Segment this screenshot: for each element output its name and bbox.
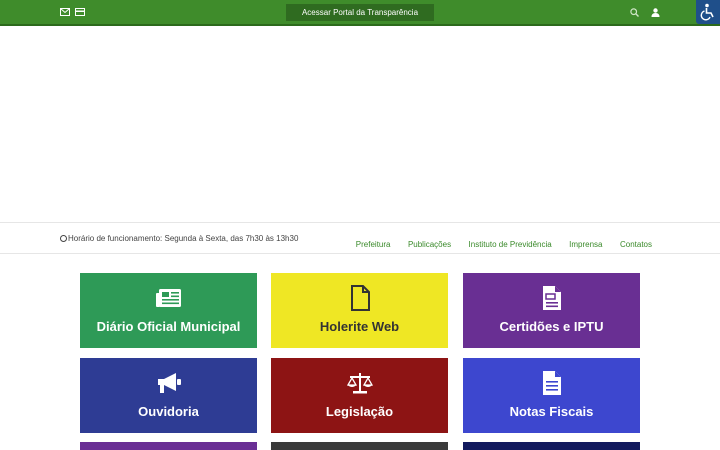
scales-icon bbox=[271, 370, 448, 396]
document-icon bbox=[463, 285, 640, 311]
main-nav: Prefeitura Publicações Instituto de Prev… bbox=[343, 234, 652, 252]
tile-partial-2[interactable] bbox=[271, 442, 448, 450]
nav-contatos[interactable]: Contatos bbox=[620, 240, 652, 249]
tile-label: Certidões e IPTU bbox=[499, 319, 604, 334]
search-icon[interactable] bbox=[630, 8, 639, 20]
tile-label: Holerite Web bbox=[319, 319, 400, 334]
clock-icon bbox=[60, 235, 67, 242]
nav-publicacoes[interactable]: Publicações bbox=[408, 240, 451, 249]
tile-label: Diário Oficial Municipal bbox=[96, 319, 241, 334]
tile-notas-fiscais[interactable]: Notas Fiscais bbox=[463, 358, 640, 433]
hero-banner bbox=[0, 28, 720, 222]
business-hours-text: Horário de funcionamento: Segunda à Sext… bbox=[68, 234, 299, 243]
file-icon bbox=[271, 285, 448, 311]
tile-partial-1[interactable] bbox=[80, 442, 257, 450]
info-bar: Horário de funcionamento: Segunda à Sext… bbox=[0, 222, 720, 254]
transparency-portal-button[interactable]: Acessar Portal da Transparência bbox=[286, 4, 434, 21]
invoice-icon bbox=[463, 370, 640, 396]
tile-legislacao[interactable]: Legislação bbox=[271, 358, 448, 433]
user-icon[interactable] bbox=[651, 8, 660, 20]
tile-certidoes-iptu[interactable]: Certidões e IPTU bbox=[463, 273, 640, 348]
card-icon[interactable] bbox=[75, 8, 85, 19]
newspaper-icon bbox=[80, 285, 257, 311]
nav-imprensa[interactable]: Imprensa bbox=[569, 240, 602, 249]
megaphone-icon bbox=[80, 370, 257, 396]
nav-instituto-previdencia[interactable]: Instituto de Previdência bbox=[469, 240, 552, 249]
mail-icon[interactable] bbox=[60, 8, 70, 19]
tile-label: Notas Fiscais bbox=[509, 404, 594, 419]
tile-label: Legislação bbox=[325, 404, 394, 419]
tile-ouvidoria[interactable]: Ouvidoria bbox=[80, 358, 257, 433]
tile-holerite-web[interactable]: Holerite Web bbox=[271, 273, 448, 348]
top-bar: Acessar Portal da Transparência bbox=[0, 0, 720, 26]
business-hours: Horário de funcionamento: Segunda à Sext… bbox=[60, 234, 298, 243]
nav-prefeitura[interactable]: Prefeitura bbox=[356, 240, 391, 249]
tile-label: Ouvidoria bbox=[138, 404, 199, 419]
tile-diario-oficial[interactable]: Diário Oficial Municipal bbox=[80, 273, 257, 348]
tile-partial-3[interactable] bbox=[463, 442, 640, 450]
accessibility-icon[interactable] bbox=[696, 0, 720, 24]
